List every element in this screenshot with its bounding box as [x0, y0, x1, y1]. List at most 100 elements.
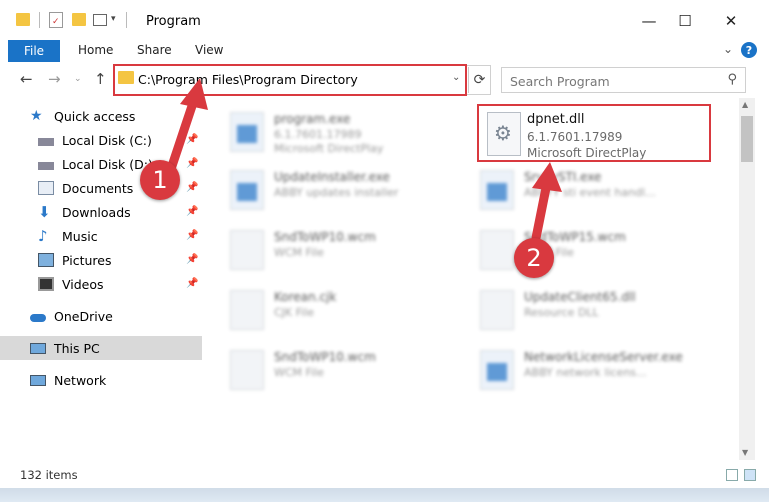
search-icon: ⚲ — [727, 72, 737, 87]
nav-label: Local Disk (C:) — [62, 132, 152, 148]
pin-icon[interactable]: 📌 — [186, 134, 198, 145]
search-input[interactable]: Search Program ⚲ — [501, 67, 746, 93]
pin-icon[interactable]: 📌 — [186, 206, 198, 217]
pin-icon[interactable]: 📌 — [186, 254, 198, 265]
pin-icon[interactable]: 📌 — [186, 278, 198, 289]
back-arrow-icon[interactable]: ← — [20, 70, 33, 88]
pin-icon[interactable]: 📌 — [186, 230, 198, 241]
exe-file-icon — [480, 350, 514, 390]
file-meta: Microsoft DirectPlay — [274, 142, 384, 155]
nav-label: Downloads — [62, 204, 131, 220]
videos-icon — [38, 277, 54, 291]
nav-label: Pictures — [62, 252, 112, 268]
file-item[interactable]: NetworkLicenseServer.exe ABBY network li… — [464, 342, 704, 398]
nav-quick-access[interactable]: ★ Quick access — [0, 104, 202, 128]
properties-icon[interactable]: ✓ — [49, 12, 63, 28]
vertical-scrollbar[interactable]: ▲ ▼ — [739, 98, 755, 460]
up-arrow-icon[interactable]: ↑ — [94, 70, 107, 88]
recent-locations-icon[interactable]: ⌄ — [74, 74, 82, 84]
maximize-button[interactable]: ☐ — [662, 4, 708, 38]
file-name: SndToWP10.wcm — [274, 230, 376, 244]
file-item[interactable]: UpdateClient65.dll Resource DLL — [464, 282, 704, 338]
file-name: program.exe — [274, 112, 351, 126]
scroll-down-icon[interactable]: ▼ — [742, 448, 748, 457]
nav-item-pictures[interactable]: Pictures 📌 — [0, 248, 202, 272]
file-meta: ABBY updates installer — [274, 186, 399, 199]
document-icon — [230, 350, 264, 390]
file-meta: Resource DLL — [524, 306, 599, 319]
network-icon — [30, 374, 46, 386]
nav-network[interactable]: Network — [0, 368, 202, 392]
details-view-icon[interactable] — [726, 469, 738, 481]
file-meta: ABBYY sti event handl... — [524, 186, 656, 199]
large-icons-view-icon[interactable] — [744, 469, 756, 481]
star-icon: ★ — [30, 108, 43, 124]
tab-file[interactable]: File — [8, 40, 60, 62]
file-item[interactable]: SrvyySTI.exe ABBYY sti event handl... — [464, 162, 704, 218]
computer-icon — [30, 342, 46, 354]
tab-view[interactable]: View — [195, 43, 223, 57]
exe-file-icon — [230, 112, 264, 152]
drive-icon — [38, 162, 54, 170]
tab-share[interactable]: Share — [137, 43, 172, 57]
nav-item-videos[interactable]: Videos 📌 — [0, 272, 202, 296]
nav-label: Music — [62, 228, 98, 244]
file-meta: ABBY network licens... — [524, 366, 647, 379]
ribbon-expand-icon[interactable]: ⌄ — [723, 42, 733, 56]
exe-file-icon — [480, 170, 514, 210]
forward-arrow-icon[interactable]: → — [48, 70, 61, 88]
nav-item-local-disk-c[interactable]: Local Disk (C:) 📌 — [0, 128, 202, 152]
step-1-badge: 1 — [140, 160, 180, 200]
file-name: SrvyySTI.exe — [524, 170, 602, 184]
music-icon: ♪ — [38, 227, 48, 245]
nav-item-music[interactable]: ♪ Music 📌 — [0, 224, 202, 248]
pictures-icon — [38, 253, 54, 267]
file-name: SndToWP10.wcm — [274, 350, 376, 364]
refresh-button[interactable]: ⟳ — [468, 67, 490, 93]
pin-icon[interactable]: 📌 — [186, 182, 198, 193]
file-version: 6.1.7601.17989 — [527, 130, 623, 144]
file-item[interactable]: SndToWP15.wcm WCM File — [464, 222, 704, 278]
file-meta: 6.1.7601.17989 — [274, 128, 362, 141]
file-item[interactable]: program.exe 6.1.7601.17989 Microsoft Dir… — [214, 104, 454, 160]
address-highlight-box — [113, 64, 467, 96]
nav-this-pc[interactable]: This PC — [0, 336, 202, 360]
file-name: UpdateClient65.dll — [524, 290, 636, 304]
file-item[interactable]: UpdateInstaller.exe ABBY updates install… — [214, 162, 454, 218]
nav-label: Videos — [62, 276, 104, 292]
item-count: 132 items — [20, 468, 78, 482]
dll-file-icon — [487, 112, 521, 156]
nav-label: Quick access — [54, 108, 136, 124]
file-meta: WCM File — [274, 366, 324, 379]
nav-label: Documents — [62, 180, 134, 196]
quick-access-dropdown-icon[interactable]: ▾ — [111, 14, 116, 24]
new-folder-icon[interactable] — [72, 13, 86, 26]
pin-icon[interactable]: 📌 — [186, 158, 198, 169]
file-item[interactable]: SndToWP10.wcm WCM File — [214, 222, 454, 278]
dll-file-highlighted[interactable]: dpnet.dll 6.1.7601.17989 Microsoft Direc… — [477, 104, 711, 162]
window-title: Program — [146, 14, 201, 29]
separator — [39, 12, 40, 28]
desktop-background — [0, 488, 769, 502]
scroll-up-icon[interactable]: ▲ — [742, 100, 748, 109]
scrollbar-thumb[interactable] — [741, 116, 753, 162]
file-meta: CJK File — [274, 306, 315, 319]
cloud-icon — [30, 314, 46, 322]
nav-label: Network — [54, 372, 107, 388]
ribbon-tabs: File Home Share View ⌄ ? — [0, 40, 769, 62]
help-button[interactable]: ? — [741, 42, 757, 58]
nav-label: OneDrive — [54, 308, 113, 324]
customize-view-icon[interactable] — [93, 14, 107, 26]
close-button[interactable]: ✕ — [708, 4, 754, 38]
tab-home[interactable]: Home — [78, 43, 113, 57]
file-item[interactable]: SndToWP10.wcm WCM File — [214, 342, 454, 398]
documents-icon — [38, 181, 54, 195]
nav-onedrive[interactable]: OneDrive — [0, 304, 202, 328]
file-name: NetworkLicenseServer.exe — [524, 350, 683, 364]
file-description: Microsoft DirectPlay — [527, 146, 647, 160]
document-icon — [230, 230, 264, 270]
file-item[interactable]: Korean.cjk CJK File — [214, 282, 454, 338]
file-name: dpnet.dll — [527, 112, 585, 127]
document-icon — [480, 230, 514, 270]
nav-item-downloads[interactable]: ⬇ Downloads 📌 — [0, 200, 202, 224]
